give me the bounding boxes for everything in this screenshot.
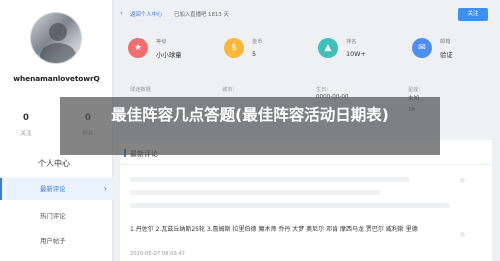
rank-title: 排名 [346,39,357,45]
top-bar: ‹ 返回个人中心 已加入直播吧 1813 天 关注 [120,6,492,26]
comment-text: 1.丹佐尔 2.瓦兹丘纳斯25轮 3.詹姆斯 拉里伯德 魔术师 乔丹 大梦 奥尼… [130,226,418,233]
more-dot-icon[interactable] [460,232,465,237]
level-card: ★ 等级 小小球童 [120,32,210,68]
back-link[interactable]: 返回个人中心 [130,10,162,18]
menu-item-label: 最新评论 [40,185,66,193]
menu-item-hot-comments[interactable]: 热门评论 [0,205,113,227]
menu-item-label: 用户帖子 [40,237,66,245]
more-dot-icon[interactable] [460,178,465,183]
birthday-label: 生日： [316,87,332,93]
city-label: 城市： [222,87,238,93]
following-count: 0 [23,113,29,123]
divider [120,164,492,165]
overview-cards: ★ 等级 小小球童 $ 金币 5 ▲ 排名 10W+ ✉ 邮箱 验证 [120,28,492,72]
follow-button[interactable]: 关注 [458,8,488,21]
blurred-comment-line [130,203,450,208]
coin-icon: $ [224,38,244,58]
coins-title: 金币 [252,39,263,45]
blurred-comment-line [130,177,410,182]
chevron-right-icon: › [103,184,107,193]
fan-data-label: 球迷数据 [130,87,151,93]
following-label: 关注 [20,131,32,137]
following-stat[interactable]: 0 关注 [6,113,46,137]
comments-panel: 最新评论 1.丹佐尔 2.瓦兹丘纳斯25轮 3.詹姆斯 拉里伯德 魔术师 乔丹 … [120,140,492,261]
menu-item-user-posts[interactable]: 用户帖子 [0,230,113,252]
joined-days-text: 已加入直播吧 1813 天 [174,12,229,18]
coins-card: $ 金币 5 [216,32,306,68]
rank-card: ▲ 排名 10W+ [310,32,400,68]
star-sign-label: 星座： [408,87,424,93]
rank-value: 10W+ [346,50,366,58]
banner-title: 最佳阵容几点答题(最佳阵容活动日期表) [111,106,389,124]
back-arrow-icon[interactable]: ‹ [120,9,123,17]
mail-icon: ✉ [412,38,432,58]
rank-icon: ▲ [318,38,338,58]
email-title: 邮箱 [440,39,451,45]
menu-item-latest-comments[interactable]: 最新评论 › [0,178,113,200]
level-title: 等级 [156,39,167,45]
blurred-comment-line [130,190,380,195]
menu-title: 个人中心 [38,159,70,168]
email-card: ✉ 邮箱 验证 [404,32,494,68]
email-verify-link[interactable]: 验证 [440,50,453,59]
avatar[interactable] [30,12,82,64]
level-value: 小小球童 [156,51,182,59]
username: whenamanlovetowrQ [13,74,100,83]
coins-value: 5 [252,50,257,58]
menu-item-label: 热门评论 [40,212,66,220]
comment-date: 2020-05-07 09:03:47 [130,251,186,257]
medal-icon: ★ [128,38,148,58]
